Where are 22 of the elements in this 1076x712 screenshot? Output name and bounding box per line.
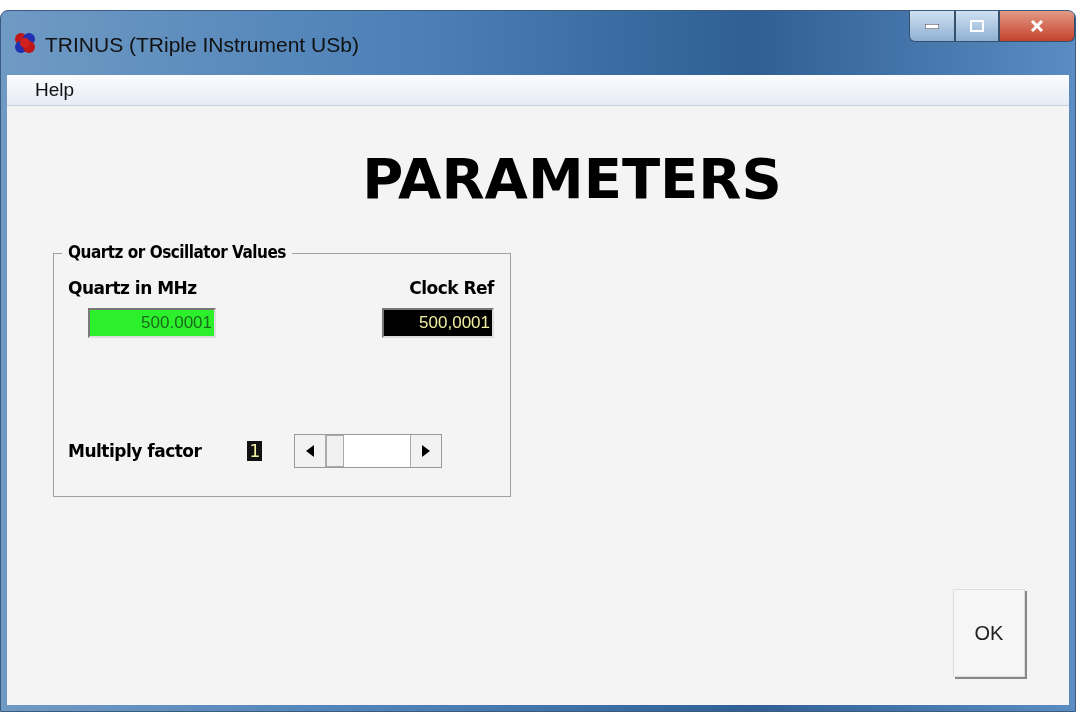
menu-item[interactable]: Help [35,79,75,101]
scroll-bar[interactable] [294,434,443,468]
field-label: Clock Ref [409,278,494,298]
page-heading: PARAMETERS [361,146,782,211]
ok-button[interactable]: OK [953,589,1025,677]
field-label: Quartz in MHz [68,278,197,298]
group-title: Quartz or Oscillator Values [62,242,292,262]
left-arrow-icon [306,445,315,457]
close-icon [1030,19,1044,33]
scroll-thumb[interactable] [326,435,345,467]
close-button[interactable] [999,11,1075,42]
right-arrow-icon [422,445,431,457]
field-label: Multiply factor [68,441,202,461]
maximize-button[interactable] [955,11,999,42]
minimize-icon [925,23,939,29]
minimize-button[interactable] [909,11,955,42]
quartz-field[interactable]: 500.0001 [88,308,216,338]
clock-ref-field: 500,0001 [382,308,494,338]
app-icon [13,31,37,55]
maximize-icon [970,20,984,32]
multiply-value: 1 [247,441,263,461]
window-title: TRINUS (TRiple INstrument USb) [45,32,360,57]
